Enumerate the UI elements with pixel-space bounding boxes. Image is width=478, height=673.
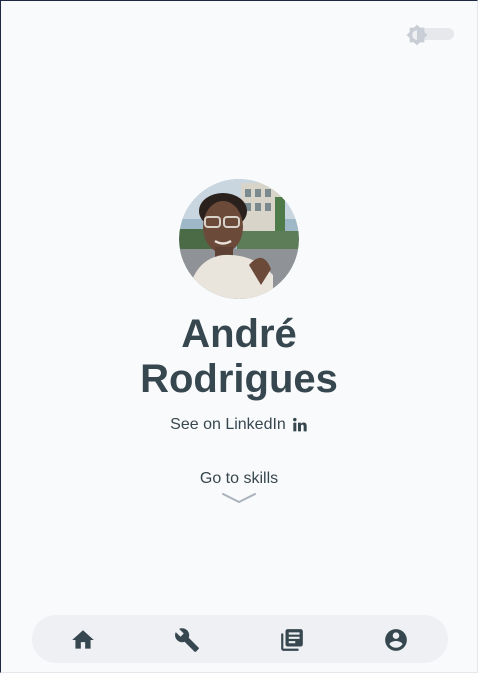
linkedin-icon bbox=[292, 417, 307, 432]
nav-item-profile[interactable] bbox=[383, 627, 409, 653]
nav-item-skills[interactable] bbox=[174, 627, 200, 653]
chevron-down-icon bbox=[222, 493, 256, 503]
name-first: André bbox=[181, 312, 297, 356]
go-to-skills-link[interactable]: Go to skills bbox=[200, 470, 278, 504]
app-window: André Rodrigues See on LinkedIn Go to sk… bbox=[0, 0, 478, 673]
go-to-skills-label: Go to skills bbox=[199, 470, 279, 487]
bottom-nav-bar bbox=[32, 615, 448, 663]
linkedin-link[interactable]: See on LinkedIn bbox=[170, 416, 308, 434]
profile-name: André Rodrigues bbox=[1, 312, 477, 402]
name-last: Rodrigues bbox=[140, 357, 338, 401]
wrench-icon bbox=[175, 628, 199, 652]
nav-item-articles[interactable] bbox=[279, 627, 305, 653]
library-books-icon bbox=[281, 629, 303, 651]
hero-section: André Rodrigues See on LinkedIn Go to sk… bbox=[1, 179, 477, 504]
theme-toggle[interactable] bbox=[406, 24, 454, 46]
account-circle-icon bbox=[385, 629, 407, 651]
linkedin-link-label: See on LinkedIn bbox=[170, 416, 286, 433]
nav-item-home[interactable] bbox=[70, 627, 96, 653]
profile-avatar bbox=[179, 179, 299, 299]
home-icon bbox=[72, 630, 94, 649]
brightness-icon bbox=[406, 24, 428, 46]
